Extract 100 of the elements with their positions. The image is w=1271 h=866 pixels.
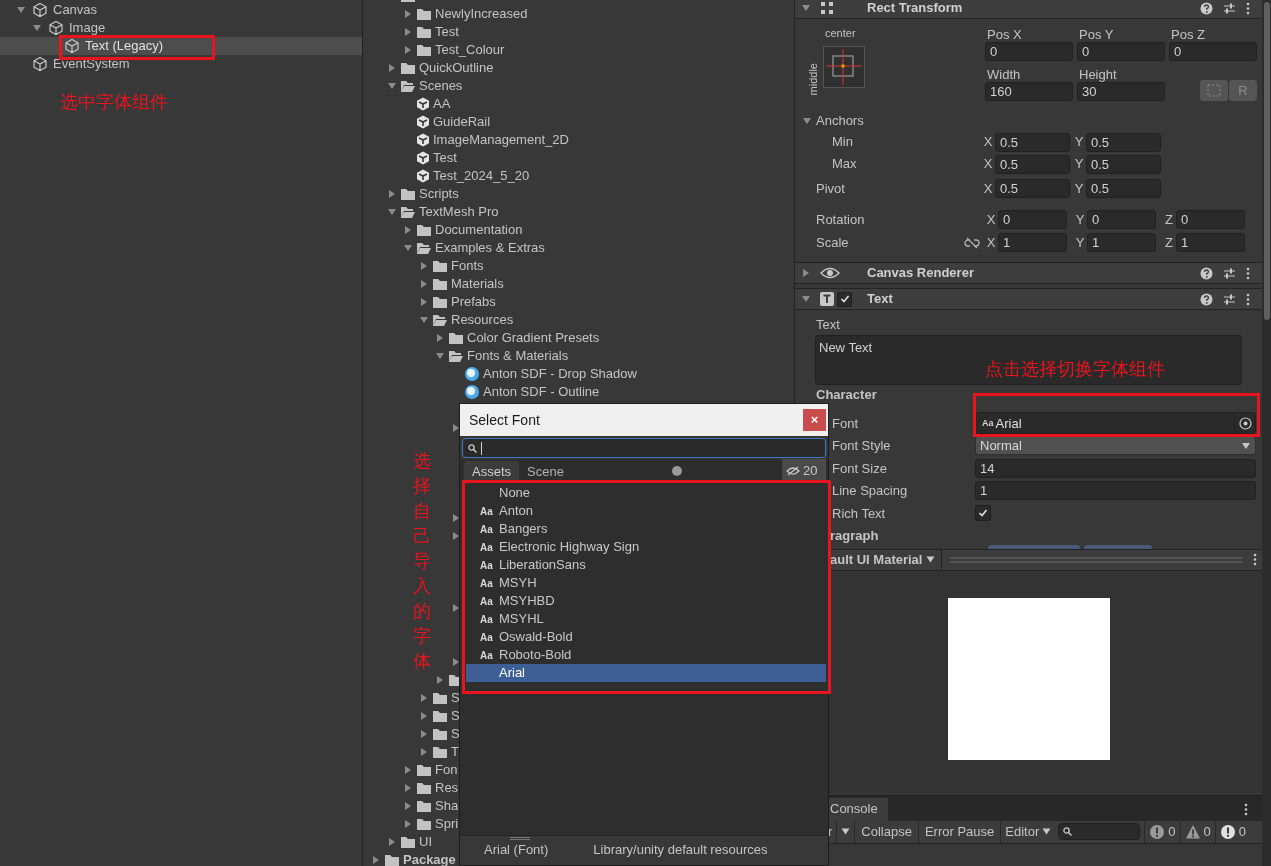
asset-item[interactable]: Fon <box>435 760 458 780</box>
asset-item[interactable]: S <box>451 724 460 744</box>
more-icon[interactable] <box>1246 266 1250 280</box>
component-title[interactable]: Text <box>867 289 893 309</box>
number-field[interactable]: 14 <box>975 458 1256 478</box>
number-field[interactable]: 0 <box>1169 42 1257 61</box>
sliders-icon[interactable] <box>1223 1 1236 15</box>
caret-down-icon[interactable] <box>435 351 445 361</box>
caret-down-icon[interactable] <box>403 243 413 253</box>
caret-down-icon[interactable] <box>387 207 397 217</box>
hidden-count-toggle[interactable]: 20 <box>782 459 826 483</box>
editor-dropdown[interactable]: Editor <box>1000 820 1056 843</box>
help-icon[interactable] <box>1200 292 1213 306</box>
hierarchy-row[interactable]: Text (Legacy) <box>0 37 362 55</box>
caret-down-icon[interactable] <box>841 828 851 835</box>
unlink-icon[interactable] <box>964 236 980 249</box>
asset-item[interactable]: Examples & Extras <box>435 238 545 258</box>
number-field[interactable]: 1 <box>975 481 1256 501</box>
sliders-icon[interactable] <box>1223 292 1236 306</box>
number-field[interactable]: 0.5 <box>1086 132 1161 152</box>
hierarchy-row[interactable]: Image <box>0 19 362 37</box>
asset-item[interactable]: Documentation <box>435 220 523 240</box>
font-list-item[interactable]: Aa Oswald-Bold <box>466 628 826 646</box>
tab[interactable]: Assets <box>464 461 519 483</box>
section-label[interactable]: Anchors <box>816 111 864 131</box>
asset-item[interactable]: Spri <box>435 814 459 834</box>
font-list-item[interactable]: Aa Bangers <box>466 520 826 538</box>
asset-item[interactable]: S <box>451 688 460 708</box>
asset-item[interactable]: Materials <box>451 274 504 294</box>
more-icon[interactable] <box>1246 292 1250 306</box>
number-field[interactable]: 160 <box>985 82 1073 101</box>
caret-down-icon[interactable] <box>801 294 811 304</box>
section-label[interactable]: ragraph <box>830 525 879 546</box>
sliders-icon[interactable] <box>1223 266 1236 280</box>
caret-down-icon[interactable] <box>802 116 812 126</box>
number-field[interactable]: 1 <box>1176 233 1245 252</box>
hierarchy-row[interactable]: Canvas <box>0 1 362 19</box>
more-icon[interactable] <box>1246 1 1250 15</box>
font-list-item[interactable]: Aa MSYHBD <box>466 592 826 610</box>
component-title[interactable]: Rect Transform <box>867 0 963 18</box>
number-field[interactable]: 0.5 <box>1086 179 1161 198</box>
asset-item[interactable]: TextMesh Pro <box>419 202 499 222</box>
caret-down-icon[interactable] <box>32 23 42 33</box>
asset-item[interactable]: Anton SDF - Outline <box>483 382 600 402</box>
search-field[interactable] <box>1058 823 1141 840</box>
asset-item[interactable]: Fonts & Materials <box>467 346 569 366</box>
number-field[interactable]: 0.5 <box>995 179 1070 198</box>
asset-item[interactable]: NewlyIncreased <box>435 4 528 24</box>
asset-item[interactable]: Test <box>433 148 457 168</box>
number-field[interactable]: 0 <box>1176 210 1245 229</box>
caret-down-icon[interactable] <box>801 3 811 13</box>
asset-item[interactable]: Test_Colour <box>435 40 505 60</box>
asset-item[interactable]: Anton SDF - Drop Shadow <box>483 364 637 384</box>
asset-item[interactable]: Test_2024_5_20 <box>433 166 530 186</box>
font-list-item[interactable]: None <box>466 484 826 502</box>
font-list-item[interactable]: Aa Anton <box>466 502 826 520</box>
asset-item[interactable]: Res <box>435 778 459 798</box>
caret-down-icon[interactable] <box>419 315 429 325</box>
number-field[interactable]: 30 <box>1077 82 1165 101</box>
enabled-checkbox[interactable] <box>837 291 852 307</box>
number-field[interactable]: 1 <box>1087 233 1156 252</box>
log-count-toggle[interactable]: 0 <box>1179 820 1215 843</box>
asset-item[interactable]: Prefabs <box>451 292 496 312</box>
log-count-toggle[interactable]: 0 <box>1144 820 1180 843</box>
asset-item[interactable]: T <box>451 742 459 762</box>
font-list-item[interactable]: Aa MSYH <box>466 574 826 592</box>
asset-item[interactable]: ImageManagement_2D <box>433 130 569 150</box>
number-field[interactable]: 0 <box>1077 42 1165 61</box>
number-field[interactable]: 0 <box>1087 210 1156 229</box>
hierarchy-row[interactable]: EventSystem <box>0 55 362 73</box>
asset-item[interactable]: S <box>451 706 460 726</box>
asset-item[interactable]: Color Gradient Presets <box>467 328 600 348</box>
anchor-preset-button[interactable] <box>823 46 865 88</box>
number-field[interactable]: 0.5 <box>1086 154 1161 174</box>
toolbar-button[interactable]: Error Pause <box>917 820 1001 843</box>
font-list-item[interactable]: Arial <box>466 664 826 682</box>
asset-item[interactable]: Sha <box>435 796 459 816</box>
number-field[interactable]: 1 <box>998 233 1067 252</box>
help-icon[interactable] <box>1200 266 1213 280</box>
more-icon[interactable] <box>1244 802 1248 816</box>
asset-item[interactable]: AA <box>433 94 451 114</box>
asset-item[interactable]: Resources <box>451 310 514 330</box>
search-field[interactable] <box>462 438 826 458</box>
caret-down-icon[interactable] <box>16 5 26 15</box>
more-icon[interactable] <box>1253 553 1257 566</box>
toolbar-button[interactable]: Collapse <box>854 820 918 843</box>
asset-item[interactable]: Scripts <box>419 184 459 204</box>
tab[interactable]: Scene <box>519 461 572 483</box>
resize-handle[interactable] <box>510 837 530 840</box>
asset-item[interactable]: Scenes <box>419 76 463 96</box>
log-count-toggle[interactable]: 0 <box>1214 820 1250 843</box>
scrollbar-thumb[interactable] <box>1263 2 1270 320</box>
asset-item[interactable]: GuideRail <box>433 112 491 132</box>
asset-item[interactable]: Fonts <box>451 256 484 276</box>
asset-item[interactable]: QuickOutline <box>419 58 494 78</box>
number-field[interactable]: 0 <box>985 42 1073 61</box>
font-list-item[interactable]: Aa MSYHL <box>466 610 826 628</box>
number-field[interactable]: 0.5 <box>995 132 1070 152</box>
close-button[interactable]: × <box>803 409 826 431</box>
caret-right-icon[interactable] <box>451 423 461 433</box>
